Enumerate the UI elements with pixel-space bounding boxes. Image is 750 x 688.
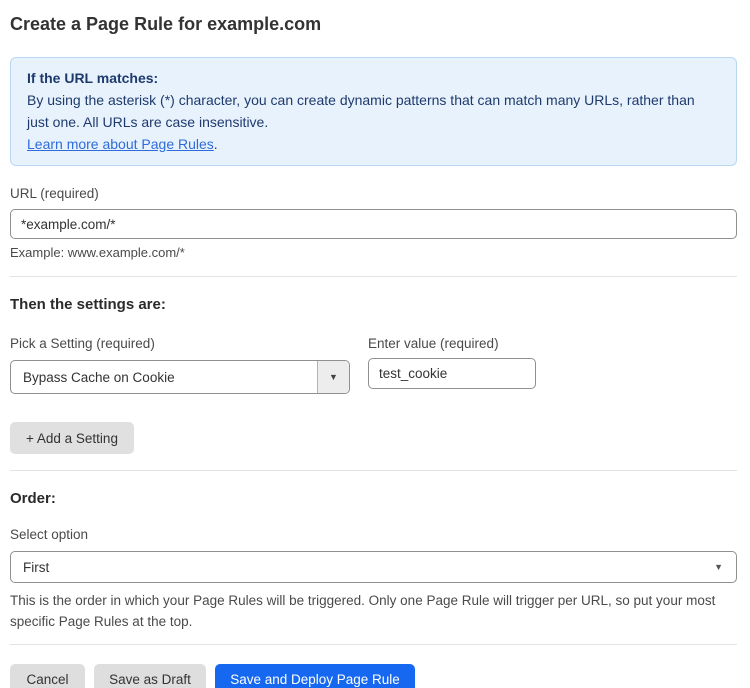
chevron-down-icon: ▼ bbox=[329, 372, 338, 382]
url-matches-info-box: If the URL matches: By using the asteris… bbox=[10, 57, 737, 166]
link-suffix: . bbox=[214, 136, 218, 152]
setting-select-value: Bypass Cache on Cookie bbox=[11, 370, 317, 385]
form-actions: Cancel Save as Draft Save and Deploy Pag… bbox=[10, 664, 737, 688]
info-box-link-line: Learn more about Page Rules. bbox=[27, 133, 720, 155]
order-section-heading: Order: bbox=[10, 490, 737, 507]
setting-picker-label: Pick a Setting (required) bbox=[10, 336, 350, 351]
settings-section-heading: Then the settings are: bbox=[10, 296, 737, 313]
setting-value-label: Enter value (required) bbox=[368, 336, 536, 351]
save-as-draft-button[interactable]: Save as Draft bbox=[94, 664, 206, 688]
save-and-deploy-button[interactable]: Save and Deploy Page Rule bbox=[215, 664, 415, 688]
order-select[interactable]: First ▼ bbox=[10, 551, 737, 583]
chevron-down-icon: ▼ bbox=[714, 562, 736, 572]
url-example-hint: Example: www.example.com/* bbox=[10, 245, 737, 260]
page-rule-form: Create a Page Rule for example.com If th… bbox=[0, 13, 750, 688]
page-title: Create a Page Rule for example.com bbox=[10, 13, 737, 36]
divider bbox=[10, 470, 737, 471]
setting-value-input[interactable] bbox=[368, 358, 536, 389]
setting-picker-column: Pick a Setting (required) Bypass Cache o… bbox=[10, 313, 350, 394]
setting-select[interactable]: Bypass Cache on Cookie ▼ bbox=[10, 360, 350, 394]
setting-select-arrow-button[interactable]: ▼ bbox=[317, 361, 349, 393]
setting-value-column: Enter value (required) bbox=[368, 313, 536, 394]
cancel-button[interactable]: Cancel bbox=[10, 664, 85, 688]
divider bbox=[10, 276, 737, 277]
order-select-label: Select option bbox=[10, 527, 737, 542]
info-box-body: By using the asterisk (*) character, you… bbox=[27, 89, 720, 133]
add-setting-button[interactable]: + Add a Setting bbox=[10, 422, 134, 454]
url-input[interactable] bbox=[10, 209, 737, 239]
order-select-value: First bbox=[11, 560, 61, 575]
divider bbox=[10, 644, 737, 645]
settings-row: Pick a Setting (required) Bypass Cache o… bbox=[10, 313, 737, 394]
url-field-label: URL (required) bbox=[10, 186, 737, 201]
learn-more-link[interactable]: Learn more about Page Rules bbox=[27, 136, 214, 152]
order-help-text: This is the order in which your Page Rul… bbox=[10, 590, 730, 632]
info-box-heading: If the URL matches: bbox=[27, 67, 720, 89]
